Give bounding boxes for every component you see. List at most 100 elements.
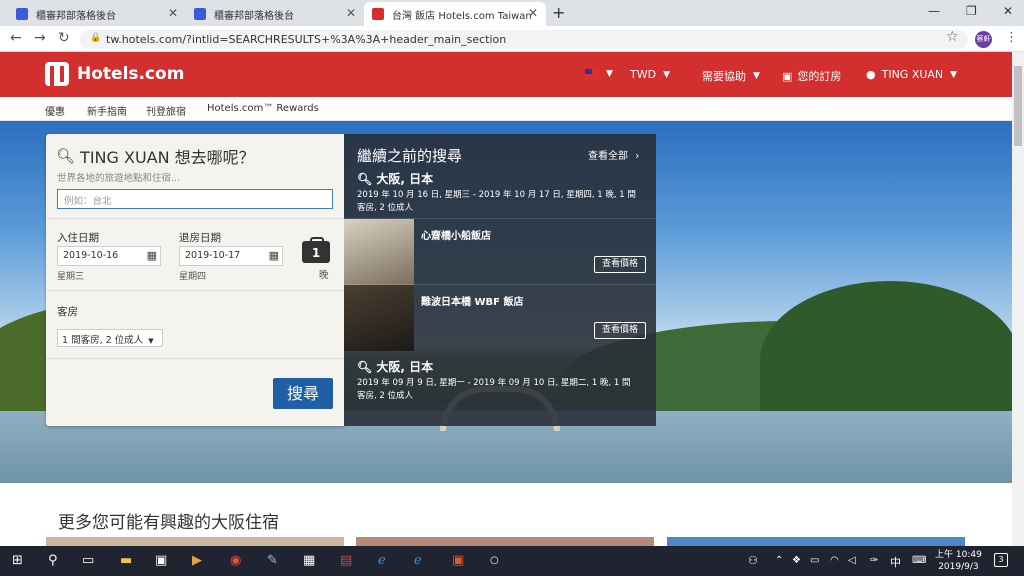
city-name: 大阪, 日本	[376, 172, 434, 186]
recent-hotel-card[interactable]: 心齋橋小船飯店 查看價格	[344, 218, 656, 285]
suggestion-card[interactable]	[356, 537, 654, 546]
checkin-field[interactable]: 2019-10-16 ▦	[57, 246, 161, 266]
pen-icon[interactable]: ✑	[870, 555, 878, 566]
scrollbar-thumb[interactable]	[1014, 66, 1022, 146]
tab-title: 櫃審邦部落格後台	[214, 10, 294, 22]
close-tab-icon[interactable]: ✕	[346, 6, 356, 20]
recent-search-city[interactable]: 🔍︎ 大阪, 日本	[357, 170, 433, 187]
checkout-field[interactable]: 2019-10-17 ▦	[179, 246, 283, 266]
wifi-icon[interactable]: ◠	[830, 555, 839, 566]
volume-icon[interactable]: ◁	[848, 555, 856, 566]
browser-tab[interactable]: 櫃審邦部落格後台 ✕	[186, 2, 364, 26]
close-tab-icon[interactable]: ✕	[528, 6, 538, 20]
search-icon: 🔍︎	[56, 147, 76, 165]
search-button[interactable]: 搜尋	[273, 378, 333, 409]
people-icon[interactable]: ⚇	[748, 554, 758, 567]
windows-taskbar: ⊞ ⚲ ▭ ▬ ▣ ▶ ◉ ✎ ▦ ▤ ℯ ℯ ▣ ○ ⚇ ⌃ ❖ ▭ ◠ ◁ …	[0, 546, 1024, 576]
new-tab-icon[interactable]: +	[552, 3, 565, 22]
reload-icon[interactable]: ↻	[58, 30, 70, 46]
subnav-guide[interactable]: 新手指南	[87, 103, 127, 118]
chevron-right-icon: ›	[635, 151, 640, 162]
internet-explorer-icon[interactable]: ℯ	[414, 553, 422, 568]
hotels-logo[interactable]: Hotels.com	[45, 62, 184, 86]
chrome-icon[interactable]: ◉	[230, 553, 241, 568]
rooms-select[interactable]: 1 間客房, 2 位成人 ▼	[57, 329, 163, 347]
destination-placeholder: 例如：台北	[64, 196, 112, 207]
help-menu[interactable]: 需要協助 ▼	[702, 68, 760, 84]
paint-icon[interactable]: ✎	[267, 553, 278, 568]
calendar-icon[interactable]: ▦	[269, 249, 279, 262]
winrar-icon[interactable]: ▤	[340, 553, 352, 568]
windows-start-icon[interactable]: ⊞	[12, 553, 23, 568]
keyboard-icon[interactable]: ⌨	[912, 555, 926, 566]
back-icon[interactable]: ←	[10, 30, 22, 46]
subnav-rewards[interactable]: Hotels.com™ Rewards	[207, 103, 319, 114]
profile-avatar[interactable]: 蔡軒	[975, 31, 992, 48]
minimize-icon[interactable]: —	[928, 4, 940, 18]
ime-indicator[interactable]: 中	[890, 554, 901, 570]
view-price-button[interactable]: 查看價格	[594, 322, 646, 339]
media-player-icon[interactable]: ▶	[192, 553, 202, 568]
store-icon[interactable]: ▣	[155, 553, 167, 568]
dropbox-icon[interactable]: ❖	[792, 555, 801, 566]
sub-navigation: 優惠 新手指南 刊登旅宿 Hotels.com™ Rewards	[0, 97, 1012, 121]
destination-input[interactable]: 例如：台北	[57, 189, 333, 209]
search-icon: 🔍︎	[357, 360, 373, 374]
language-selector[interactable]: ▼	[585, 69, 613, 79]
rooms-label: 客房	[57, 306, 78, 318]
powerpoint-icon[interactable]: ▣	[452, 553, 464, 568]
calendar-icon[interactable]: ▦	[147, 249, 157, 262]
browser-tab-active[interactable]: 台灣 飯店 Hotels.com Taiwan ✕	[364, 2, 546, 26]
checkout-value: 2019-10-17	[185, 250, 241, 261]
url-field[interactable]: 🔒 tw.hotels.com/?intlid=SEARCHRESULTS+%3…	[80, 30, 968, 49]
checkout-label: 退房日期	[179, 232, 221, 244]
search-panel: 🔍︎ TING XUAN 想去哪呢？ 世界各地的旅遊地點和住宿... 例如：台北…	[46, 134, 344, 426]
bookings-label: 您的訂房	[797, 70, 842, 83]
page-scrollbar[interactable]	[1012, 52, 1024, 546]
recent-search-city[interactable]: 🔍︎ 大阪, 日本	[357, 358, 433, 375]
checkin-day: 星期三	[57, 272, 85, 282]
restore-icon[interactable]: ❐	[966, 4, 977, 18]
file-explorer-icon[interactable]: ▬	[120, 553, 132, 568]
chevron-down-icon: ▼	[606, 69, 613, 79]
task-view-icon[interactable]: ▭	[82, 553, 94, 568]
bookmark-star-icon[interactable]: ☆	[946, 29, 959, 45]
browser-menu-icon[interactable]: ⋮	[1005, 30, 1018, 45]
close-window-icon[interactable]: ✕	[1003, 4, 1013, 18]
recent-search-dates: 2019 年 10 月 16 日, 星期三 - 2019 年 10 月 17 日…	[357, 190, 636, 213]
currency-selector[interactable]: TWD ▼	[630, 68, 670, 81]
search-icon[interactable]: ⚲	[48, 553, 58, 568]
hotels-favicon-icon	[372, 8, 384, 20]
notification-center-icon[interactable]: 3	[994, 553, 1008, 567]
hotels-logo-icon	[45, 62, 69, 86]
chevron-down-icon: ▼	[950, 69, 958, 80]
view-all-label: 查看全部	[588, 151, 628, 162]
circle-app-icon[interactable]: ○	[490, 555, 499, 566]
nights-label: 晚	[319, 270, 329, 281]
lock-icon: 🔒	[90, 33, 102, 43]
suggestion-card[interactable]	[46, 537, 344, 546]
view-price-button[interactable]: 查看價格	[594, 256, 646, 273]
tray-arrow-icon[interactable]: ⌃	[775, 555, 783, 566]
view-all-link[interactable]: 查看全部 ›	[588, 147, 639, 162]
currency-label: TWD	[630, 68, 657, 81]
user-menu[interactable]: ● TING XUAN ▼	[866, 68, 957, 81]
subnav-deals[interactable]: 優惠	[45, 103, 65, 118]
checkin-value: 2019-10-16	[63, 250, 119, 261]
suggestion-card[interactable]	[667, 537, 965, 546]
browser-tab[interactable]: 櫃審邦部落格後台 ✕	[8, 2, 186, 26]
calculator-icon[interactable]: ▦	[303, 553, 315, 568]
address-bar-row: ← → ↻ 🔒 tw.hotels.com/?intlid=SEARCHRESU…	[0, 26, 1024, 52]
battery-icon[interactable]: ▭	[810, 555, 819, 566]
close-tab-icon[interactable]: ✕	[168, 6, 178, 20]
recent-hotel-card[interactable]: 難波日本橋 WBF 飯店 查看價格	[344, 284, 656, 351]
search-icon: 🔍︎	[357, 172, 373, 186]
recent-searches-panel: 繼續之前的搜尋 查看全部 › 🔍︎ 大阪, 日本 2019 年 10 月 16 …	[344, 134, 656, 426]
forward-icon[interactable]: →	[34, 30, 46, 46]
clock-time: 上午 10:49	[935, 550, 982, 560]
bookings-link[interactable]: ▣ 您的訂房	[782, 68, 841, 84]
system-clock[interactable]: 上午 10:49 2019/9/3	[935, 549, 982, 573]
dropdown-arrow-icon: ▼	[148, 337, 154, 345]
subnav-list-property[interactable]: 刊登旅宿	[146, 103, 186, 118]
edge-icon[interactable]: ℯ	[378, 553, 386, 568]
